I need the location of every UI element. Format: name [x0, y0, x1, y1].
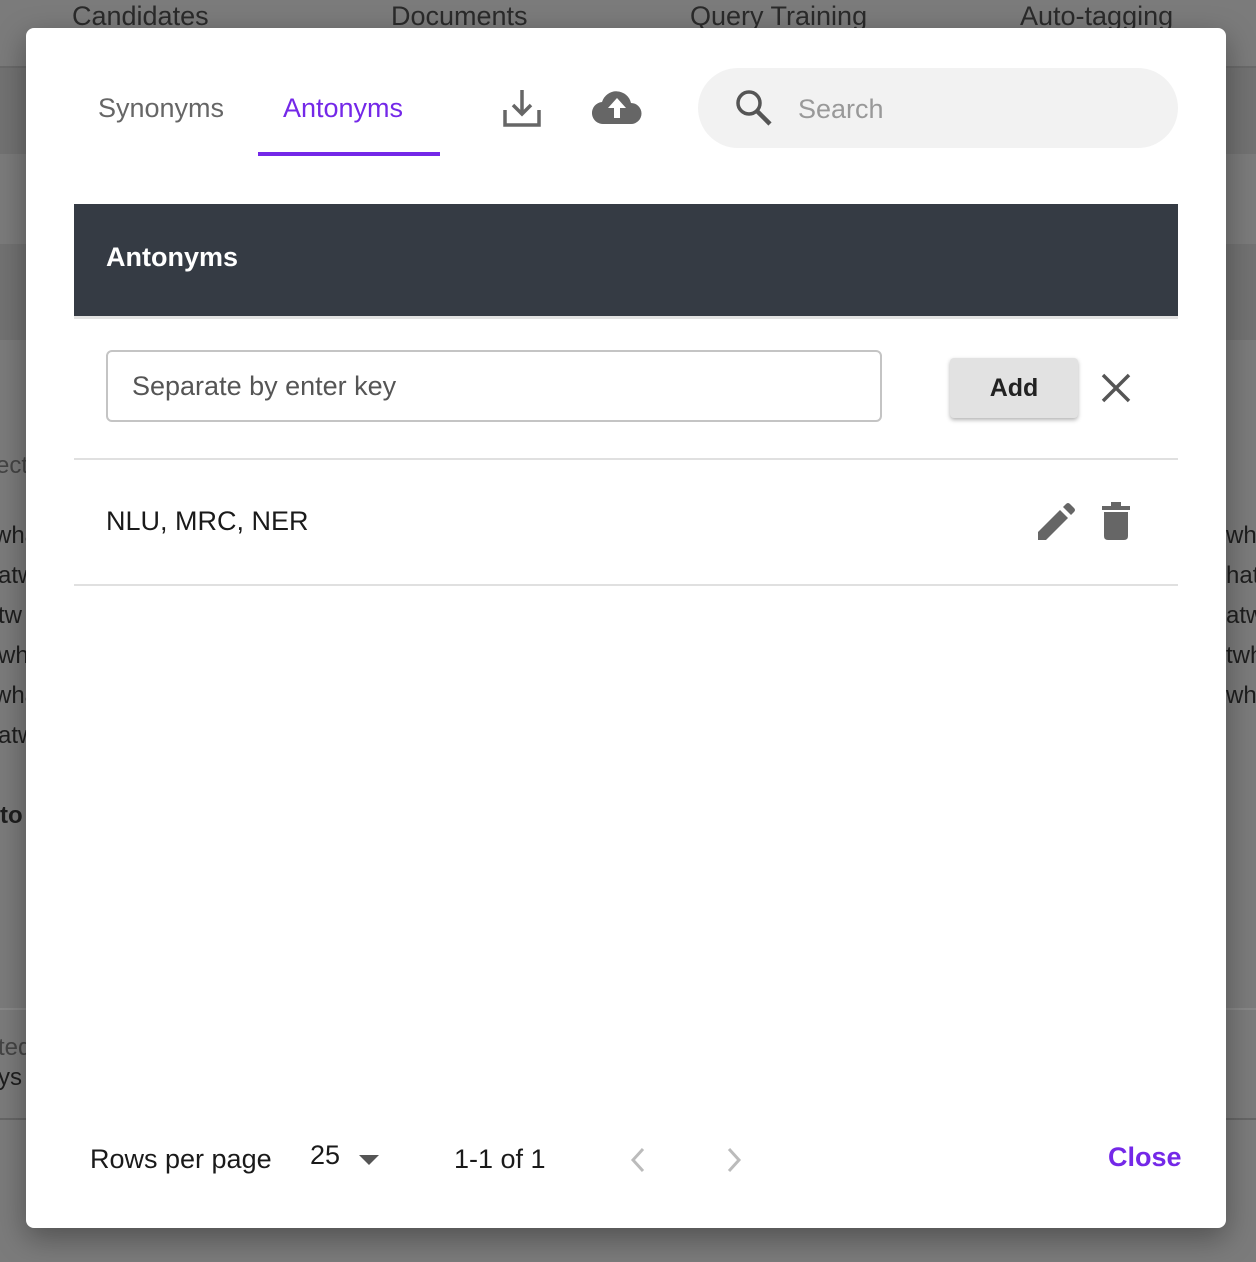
- edit-pencil-icon[interactable]: [1036, 502, 1076, 547]
- table-title: Antonyms: [106, 242, 239, 272]
- antonyms-dialog: Synonyms Antonyms Antonyms Add NLU, MRC,…: [26, 28, 1226, 1228]
- tab-antonyms[interactable]: Antonyms: [283, 90, 403, 126]
- background-text: ect: [0, 452, 29, 479]
- divider: [74, 458, 1178, 460]
- download-icon[interactable]: [502, 88, 542, 133]
- background-text: tw: [0, 602, 22, 629]
- background-text: hat: [1226, 562, 1256, 589]
- delete-trash-icon[interactable]: [1102, 502, 1130, 545]
- background-text: wh: [1226, 682, 1256, 709]
- search-icon: [734, 88, 774, 133]
- antonym-entry-input[interactable]: [106, 350, 882, 422]
- rows-per-page-select[interactable]: 25: [310, 1140, 379, 1171]
- background-text: twh: [1226, 642, 1256, 669]
- divider: [74, 584, 1178, 586]
- search-field[interactable]: [698, 68, 1178, 148]
- chevron-left-icon[interactable]: [628, 1146, 648, 1179]
- table-header: Antonyms: [74, 204, 1178, 319]
- rows-per-page-value: 25: [310, 1140, 341, 1170]
- caret-down-icon: [358, 1154, 379, 1165]
- row-antonyms-text: NLU, MRC, NER: [106, 506, 309, 536]
- pagination-range: 1-1 of 1: [454, 1144, 546, 1174]
- search-input[interactable]: [796, 88, 1160, 130]
- tab-synonyms[interactable]: Synonyms: [98, 90, 224, 126]
- active-tab-indicator: [258, 152, 440, 156]
- background-text: wh: [0, 642, 29, 669]
- close-button[interactable]: Close: [1108, 1142, 1182, 1173]
- close-icon[interactable]: [1100, 372, 1132, 409]
- background-text: ys: [0, 1064, 22, 1091]
- background-text: atw: [1226, 602, 1256, 629]
- background-text: to: [0, 802, 23, 829]
- rows-per-page-label: Rows per page: [90, 1144, 272, 1174]
- add-button[interactable]: Add: [950, 358, 1078, 418]
- chevron-right-icon[interactable]: [724, 1146, 744, 1179]
- cloud-upload-icon[interactable]: [591, 90, 642, 131]
- background-text: wh: [1226, 522, 1256, 549]
